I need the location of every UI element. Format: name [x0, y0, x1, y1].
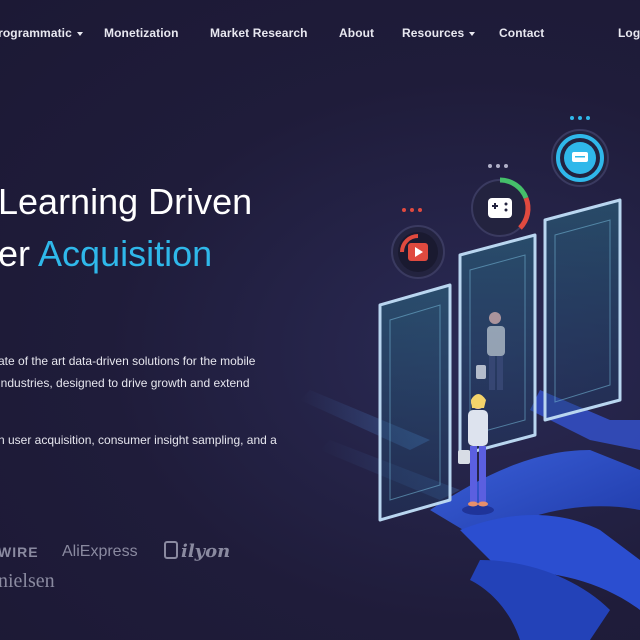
- ilyon-logo-icon: [164, 541, 178, 559]
- nav-login[interactable]: Log: [618, 26, 640, 40]
- headline-line-2-prefix: er: [0, 233, 39, 274]
- logo-ilyon-text: ilyon: [181, 541, 231, 562]
- client-logos: WIRE AliExpress ilyon nielsen: [0, 540, 248, 600]
- logo-nielsen: nielsen: [0, 570, 55, 592]
- page: Programmatic Monetization Market Researc…: [0, 0, 640, 640]
- panel-right: [543, 198, 622, 422]
- logo-ilyon: ilyon: [164, 541, 230, 562]
- user-group-icon: [402, 208, 422, 212]
- nav-about-label: About: [339, 26, 375, 40]
- hero-headline: Learning Driven er Acquisition: [0, 176, 252, 280]
- chat-icon: [551, 116, 609, 187]
- nav-market-research[interactable]: Market Research: [210, 26, 308, 40]
- chevron-down-icon: [76, 31, 83, 36]
- nav-login-label: Log: [618, 26, 640, 40]
- nav-contact-label: Contact: [499, 26, 545, 40]
- nav-about[interactable]: About: [339, 26, 374, 40]
- nav-market-research-label: Market Research: [210, 26, 308, 40]
- youtube-icon: [391, 208, 445, 279]
- hero-illustration: [300, 116, 640, 640]
- headline-line-1: Learning Driven: [0, 181, 253, 222]
- logo-wire: WIRE: [0, 544, 39, 560]
- nav-contact[interactable]: Contact: [499, 26, 544, 40]
- nav-monetization-label: Monetization: [104, 26, 179, 40]
- hero-paragraph-2: n user acquisition, consumer insight sam…: [0, 429, 277, 451]
- gamepad-icon: [471, 164, 531, 237]
- top-nav: Programmatic Monetization Market Researc…: [0, 0, 640, 66]
- logo-aliexpress: AliExpress: [62, 543, 138, 560]
- nav-programmatic-label: Programmatic: [0, 26, 72, 40]
- nav-programmatic[interactable]: Programmatic: [0, 26, 83, 40]
- headline-accent: Acquisition: [38, 233, 213, 274]
- nav-resources[interactable]: Resources: [402, 26, 476, 40]
- nav-monetization[interactable]: Monetization: [104, 26, 179, 40]
- nav-resources-label: Resources: [402, 26, 465, 40]
- hero-paragraph-1: ate of the art data-driven solutions for…: [0, 350, 255, 394]
- headline-line-2: er Acquisition: [0, 228, 252, 280]
- paragraph-2-line-1: n user acquisition, consumer insight sam…: [0, 433, 277, 447]
- panel-left: [378, 283, 452, 522]
- paragraph-1-line-2: industries, designed to drive growth and…: [0, 376, 250, 390]
- paragraph-1-line-1: ate of the art data-driven solutions for…: [0, 354, 256, 368]
- chevron-down-icon: [469, 31, 476, 36]
